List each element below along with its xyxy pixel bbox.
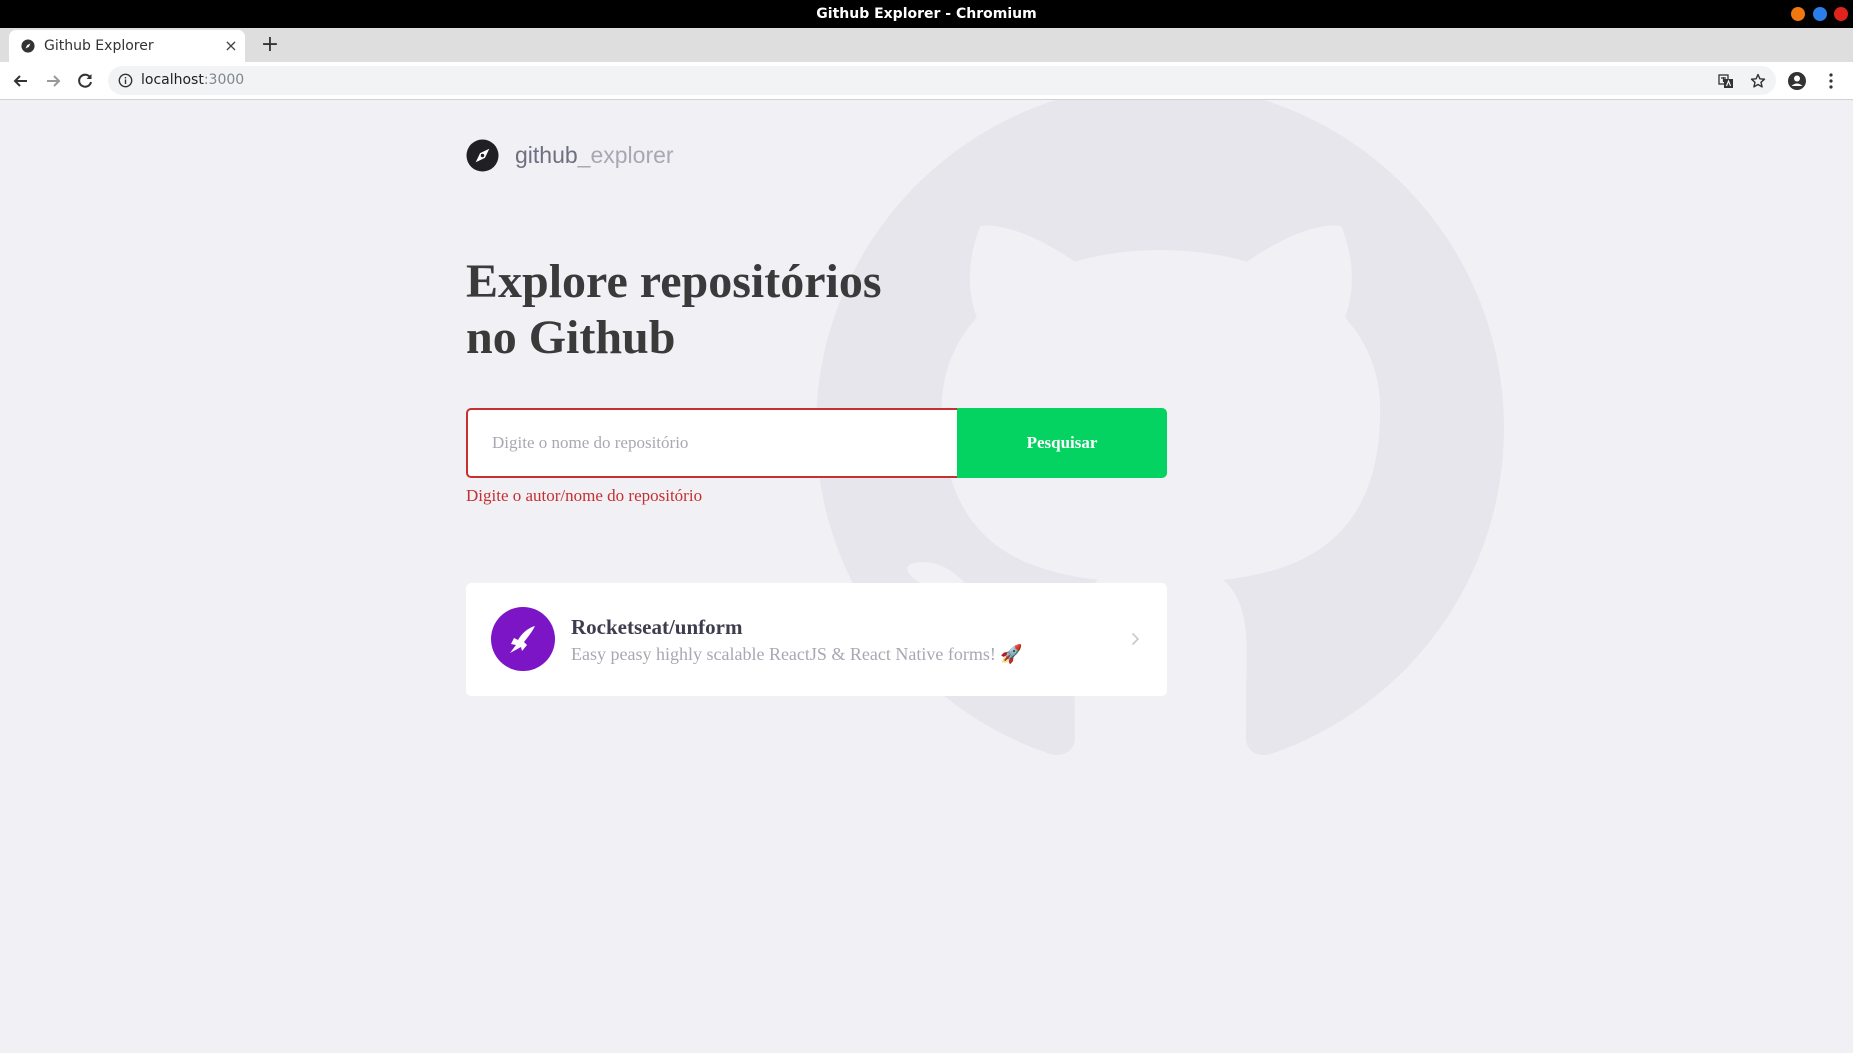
url-text[interactable]: localhost:3000 [141,66,244,95]
search-error-message: Digite o autor/nome do repositório [466,486,703,505]
page-title-line-2: no Github [466,311,676,364]
site-info-icon[interactable] [118,73,133,88]
page-title: Explore repositórios no Github [466,254,1066,366]
new-tab-button[interactable]: + [258,34,282,58]
bookmark-star-icon[interactable] [1750,73,1766,89]
url-host: localhost [141,72,204,88]
forward-arrow-icon[interactable] [42,70,64,92]
brand-name: github_explorer [515,138,674,172]
back-arrow-icon[interactable] [10,70,32,92]
minimize-window-button[interactable] [1791,7,1805,21]
browser-menu-icon[interactable] [1820,70,1842,92]
brand-name-light: _explorer [577,142,674,168]
window-title: Github Explorer - Chromium [816,6,1037,22]
profile-avatar-icon[interactable] [1786,70,1808,92]
reload-icon[interactable] [74,70,96,92]
tab-github-explorer[interactable]: Github Explorer × [9,30,245,62]
tab-title: Github Explorer [44,38,154,54]
maximize-window-button[interactable] [1813,7,1827,21]
url-port: :3000 [203,72,245,88]
translate-icon[interactable] [1718,73,1734,89]
repository-description: Easy peasy highly scalable ReactJS & Rea… [571,644,1023,664]
page-title-line-1: Explore repositórios [466,255,882,308]
tab-strip: Github Explorer × + [0,28,1853,62]
repository-name: Rocketseat/unform [571,615,743,639]
close-window-button[interactable] [1834,7,1848,21]
repository-list-item[interactable]: Rocketseat/unform Easy peasy highly scal… [466,583,1167,696]
compass-icon [466,139,499,172]
search-form: Pesquisar [466,408,1167,478]
search-button[interactable]: Pesquisar [957,408,1167,478]
browser-toolbar: localhost:3000 [0,62,1853,100]
repository-search-input[interactable] [466,408,958,478]
chevron-right-icon [1131,632,1140,646]
close-tab-icon[interactable]: × [223,38,239,54]
address-bar[interactable]: localhost:3000 [108,66,1776,95]
brand-name-strong: github [515,142,578,168]
page-content: github_explorer Explore repositórios no … [0,100,1853,1053]
compass-favicon-icon [21,39,35,53]
window-titlebar: Github Explorer - Chromium [0,0,1853,28]
unform-logo-icon [491,607,555,671]
